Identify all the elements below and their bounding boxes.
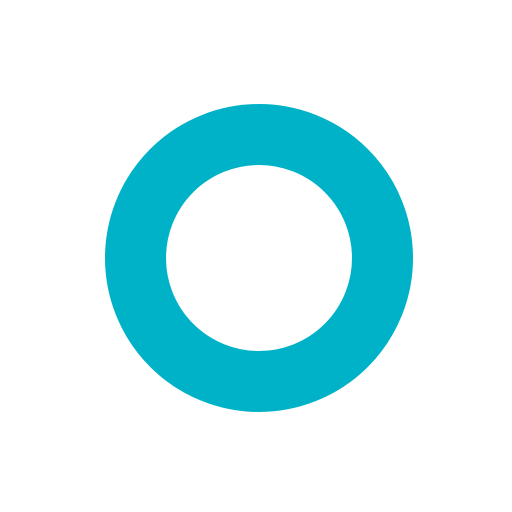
ring-icon (105, 104, 413, 412)
icon-canvas (0, 0, 512, 512)
ring-shape (105, 104, 413, 412)
